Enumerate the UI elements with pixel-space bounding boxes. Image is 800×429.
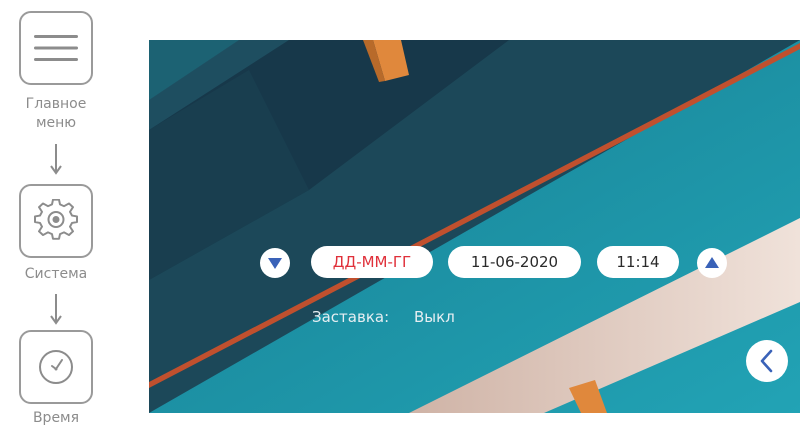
increase-button[interactable] [697,248,727,278]
triangle-up-icon [705,257,719,268]
down-arrow-icon [50,144,62,175]
decrease-button[interactable] [260,248,290,278]
down-arrow-icon [50,294,62,325]
screensaver-value[interactable]: Выкл [414,308,455,326]
main-menu-button[interactable] [19,11,93,85]
date-format-field[interactable]: ДД-ММ-ГГ [311,246,433,278]
triangle-down-icon [268,258,282,269]
date-field[interactable]: 11-06-2020 [448,246,581,278]
clock-icon [39,350,73,384]
time-field[interactable]: 11:14 [597,246,679,278]
system-button[interactable] [19,184,93,258]
back-button[interactable] [746,340,788,382]
device-screen: ДД-ММ-ГГ 11-06-2020 11:14 Заставка: Выкл [149,40,800,413]
time-label: Время [32,410,80,426]
chevron-left-icon [760,349,773,373]
page: Главное меню Система Время ДД-ММ-ГГ 11-0… [0,0,800,429]
main-menu-label: Главное меню [25,96,87,131]
gear-icon [34,199,78,240]
time-button[interactable] [19,330,93,404]
screensaver-label: Заставка: [312,308,390,326]
hamburger-menu-icon [34,35,78,61]
system-label: Система [24,266,88,282]
wallpaper-background [149,40,800,413]
